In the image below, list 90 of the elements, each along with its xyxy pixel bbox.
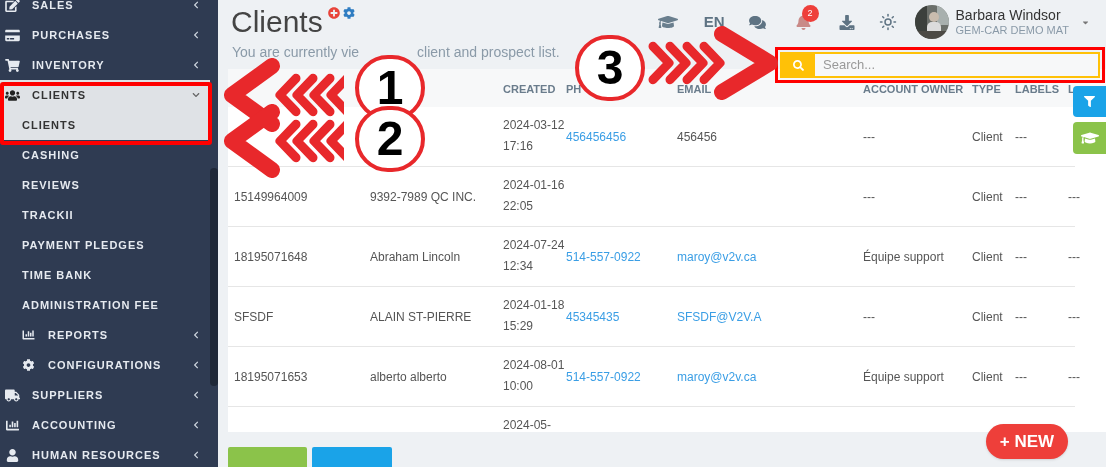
table-cell-text: Client [972,248,1003,266]
filter-icon [1084,96,1095,107]
chevron-icon [192,421,200,429]
sidebar-item[interactable]: PAYMENT PLEDGES [0,230,210,260]
table-cell-text: Client [972,368,1003,386]
table-cell-text: 18195071653 [234,368,308,386]
table-cell-text: 15149964009 [234,188,308,206]
chart-icon [22,329,35,341]
table-cell-text: --- [1015,248,1027,266]
card-icon [5,28,20,42]
cart-icon [5,58,20,72]
download-icon[interactable] [838,14,855,30]
sidebar-item[interactable]: REPORTS [0,320,210,350]
table-cell-text: Client [972,128,1003,146]
chevron-icon [192,391,200,399]
user-name: Barbara Windsor [955,6,1062,25]
table-cell-text: 2024-05- [503,417,553,432]
language-button[interactable]: EN [703,10,725,34]
notification-badge: 2 [801,5,819,23]
chevron-icon [192,331,200,339]
sidebar-item[interactable]: TIME BANK [0,260,210,290]
chevron-icon [192,91,200,99]
table-cell-text: --- [1068,248,1080,266]
column-header[interactable]: TYPE [972,83,1001,96]
table-cell-text: --- [1015,128,1027,146]
edit-icon [5,0,20,12]
new-button[interactable]: + NEW [986,424,1068,459]
filter-button[interactable] [1073,86,1106,117]
add-icon[interactable] [327,7,340,20]
sidebar-item[interactable]: ACCOUNTING [0,410,210,440]
page-title: Clients [231,7,323,38]
user-icon [5,448,20,462]
table-cell-text: --- [863,128,875,146]
sidebar-item[interactable]: ADMINISTRATION FEE [0,290,210,320]
search-icon [793,59,804,71]
chevron-icon [192,31,200,39]
table-cell-text: --- [1015,368,1027,386]
table-cell-text: --- [1015,308,1027,326]
truck-icon [5,388,20,402]
table-cell-text: Équipe support [863,248,944,266]
column-header[interactable]: ACCOUNT OWNER [863,83,964,96]
column-header[interactable]: CREATED [503,83,556,96]
table-cell-text: --- [1068,188,1080,206]
chevron-icon [192,361,200,369]
sidebar-item[interactable]: HUMAN RESOURCES [0,440,210,467]
sidebar-item[interactable]: SUPPLIERS [0,380,210,410]
sidebar-item[interactable]: INVENTORY [0,50,210,80]
table-cell-text: 2024-01-16 22:05 [503,177,565,216]
chevron-icon [192,61,200,69]
tutorial-button[interactable] [1073,122,1106,154]
graduation-cap-icon[interactable] [657,14,678,31]
table-cell-text: Client [972,188,1003,206]
table-cell-text: Équipe support [863,368,944,386]
column-header[interactable]: EMAIL [677,83,712,96]
table-cell-text: Client [972,308,1003,326]
company-name: GEM-CAR DEMO MAT [955,24,1069,38]
sidebar-item[interactable]: CASHING [0,140,210,170]
graduation-cap-icon [1080,130,1099,146]
chevron-icon [192,451,200,459]
column-header[interactable]: LABELS [1015,83,1059,96]
table-cell-text: 9392-7989 QC INC. [370,188,477,206]
sidebar-item[interactable]: REVIEWS [0,170,210,200]
chart-icon [5,418,20,432]
table-cell-text: ALAIN ST-PIERRE [370,308,472,326]
table-cell-text: SFSDF [234,308,274,326]
table-cell-text: 18195071648 [234,248,308,266]
table-cell-text: --- [863,188,875,206]
sidebar-item[interactable]: CONFIGURATIONS [0,350,210,380]
table-cell-text: Abraham Lincoln [370,248,461,266]
gear-icon[interactable] [342,7,355,20]
table-cell-text: --- [1068,308,1080,326]
table-cell-text: 2024-03-12 17:16 [503,117,565,156]
table-cell-text: --- [1068,368,1080,386]
table-cell-text: 2024-07-24 12:34 [503,237,565,276]
search-field[interactable]: Search... [780,52,1100,78]
chevron-icon [192,1,200,9]
users-icon [5,88,20,102]
settings-icon[interactable] [878,13,897,32]
sidebar-item[interactable]: PURCHASES [0,20,210,50]
chat-icon[interactable] [748,14,766,30]
table-cell-text: --- [863,308,875,326]
sidebar-item[interactable]: SALES [0,0,210,20]
table-cell-text: 456456 [677,128,718,146]
table-cell-text: 2024-08-01 10:00 [503,357,565,396]
table-cell-text: alberto alberto [370,368,447,386]
table-cell-text: 2024-01-18 15:29 [503,297,565,336]
table-cell-text: --- [1015,188,1027,206]
column-header[interactable]: PH [566,83,582,96]
sidebar-item[interactable]: TRACKII [0,200,210,230]
gear-icon [22,359,35,371]
